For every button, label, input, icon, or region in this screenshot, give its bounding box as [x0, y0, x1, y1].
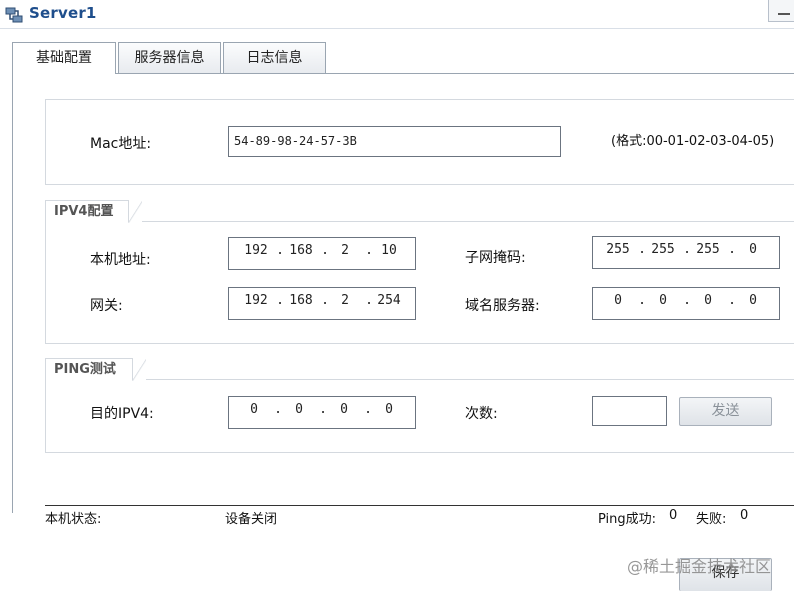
- device-state-value: 设备关闭: [225, 512, 278, 527]
- gateway-octet-1[interactable]: 192: [239, 293, 273, 308]
- watermark-text: @稀土掘金技术社区: [627, 557, 772, 576]
- local-address-input[interactable]: 192 . 168 . 2 . 10: [228, 237, 416, 270]
- tab-basic-config[interactable]: 基础配置: [12, 42, 116, 74]
- target-octet-4[interactable]: 0: [372, 402, 406, 417]
- target-octet-3[interactable]: 0: [327, 402, 361, 417]
- ip-dot: .: [276, 293, 284, 308]
- ip-dot: .: [683, 293, 691, 308]
- minimize-button[interactable]: [768, 0, 794, 22]
- ip-dot: .: [683, 242, 691, 257]
- gateway-octet-3[interactable]: 2: [328, 293, 362, 308]
- tab-divider: [12, 73, 794, 74]
- local-address-label: 本机地址:: [90, 252, 151, 268]
- subnet-mask-input[interactable]: 255 . 255 . 255 . 0: [592, 236, 780, 269]
- dns-octet-3[interactable]: 0: [691, 293, 725, 308]
- dns-octet-2[interactable]: 0: [646, 293, 680, 308]
- ping-count-input[interactable]: [592, 396, 667, 426]
- subnet-mask-label: 子网掩码:: [465, 250, 526, 266]
- device-state-label: 本机状态:: [45, 512, 102, 527]
- dns-octet-4[interactable]: 0: [736, 293, 770, 308]
- ping-target-input[interactable]: 0 . 0 . 0 . 0: [228, 396, 416, 429]
- local-octet-3[interactable]: 2: [328, 243, 362, 258]
- tab-log-info[interactable]: 日志信息: [223, 42, 326, 73]
- mac-label: Mac地址:: [90, 136, 152, 152]
- mask-octet-3[interactable]: 255: [691, 242, 725, 257]
- tab-server-info[interactable]: 服务器信息: [118, 42, 221, 73]
- gateway-octet-4[interactable]: 254: [372, 293, 406, 308]
- dns-input[interactable]: 0 . 0 . 0 . 0: [592, 287, 780, 320]
- mask-octet-1[interactable]: 255: [601, 242, 635, 257]
- ip-dot: .: [276, 243, 284, 258]
- status-divider: [45, 505, 794, 506]
- ip-dot: .: [364, 402, 372, 417]
- mask-octet-4[interactable]: 0: [736, 242, 770, 257]
- dns-label: 域名服务器:: [465, 298, 540, 314]
- ip-dot: .: [638, 293, 646, 308]
- ip-dot: .: [274, 402, 282, 417]
- ipv4-section-title: IPV4配置: [45, 200, 142, 223]
- ping-count-label: 次数:: [465, 406, 498, 422]
- target-octet-1[interactable]: 0: [237, 402, 271, 417]
- local-octet-4[interactable]: 10: [372, 243, 406, 258]
- ping-success-count: 0: [669, 508, 678, 523]
- window-title: Server1: [29, 4, 97, 22]
- local-octet-1[interactable]: 192: [239, 243, 273, 258]
- ip-dot: .: [728, 242, 736, 257]
- panel-border: [12, 73, 13, 513]
- ping-fail-count: 0: [740, 508, 749, 523]
- title-bar: Server1: [0, 0, 794, 29]
- dns-octet-1[interactable]: 0: [601, 293, 635, 308]
- gateway-label: 网关:: [90, 298, 123, 314]
- server-app-icon: [5, 7, 23, 23]
- mac-address-input[interactable]: 54-89-98-24-57-3B: [228, 126, 561, 157]
- ping-success-label: Ping成功:: [598, 512, 657, 527]
- gateway-input[interactable]: 192 . 168 . 2 . 254: [228, 287, 416, 320]
- ip-dot: .: [728, 293, 736, 308]
- ping-section-title: PING测试: [45, 358, 146, 381]
- ip-dot: .: [319, 402, 327, 417]
- local-octet-2[interactable]: 168: [284, 243, 318, 258]
- mask-octet-2[interactable]: 255: [646, 242, 680, 257]
- ping-target-label: 目的IPV4:: [90, 406, 154, 422]
- minimize-icon: [778, 13, 790, 15]
- target-octet-2[interactable]: 0: [282, 402, 316, 417]
- ip-dot: .: [638, 242, 646, 257]
- mac-format-hint: (格式:00-01-02-03-04-05): [611, 134, 775, 149]
- gateway-octet-2[interactable]: 168: [284, 293, 318, 308]
- send-button[interactable]: 发送: [679, 397, 772, 426]
- ping-fail-label: 失败:: [696, 512, 727, 527]
